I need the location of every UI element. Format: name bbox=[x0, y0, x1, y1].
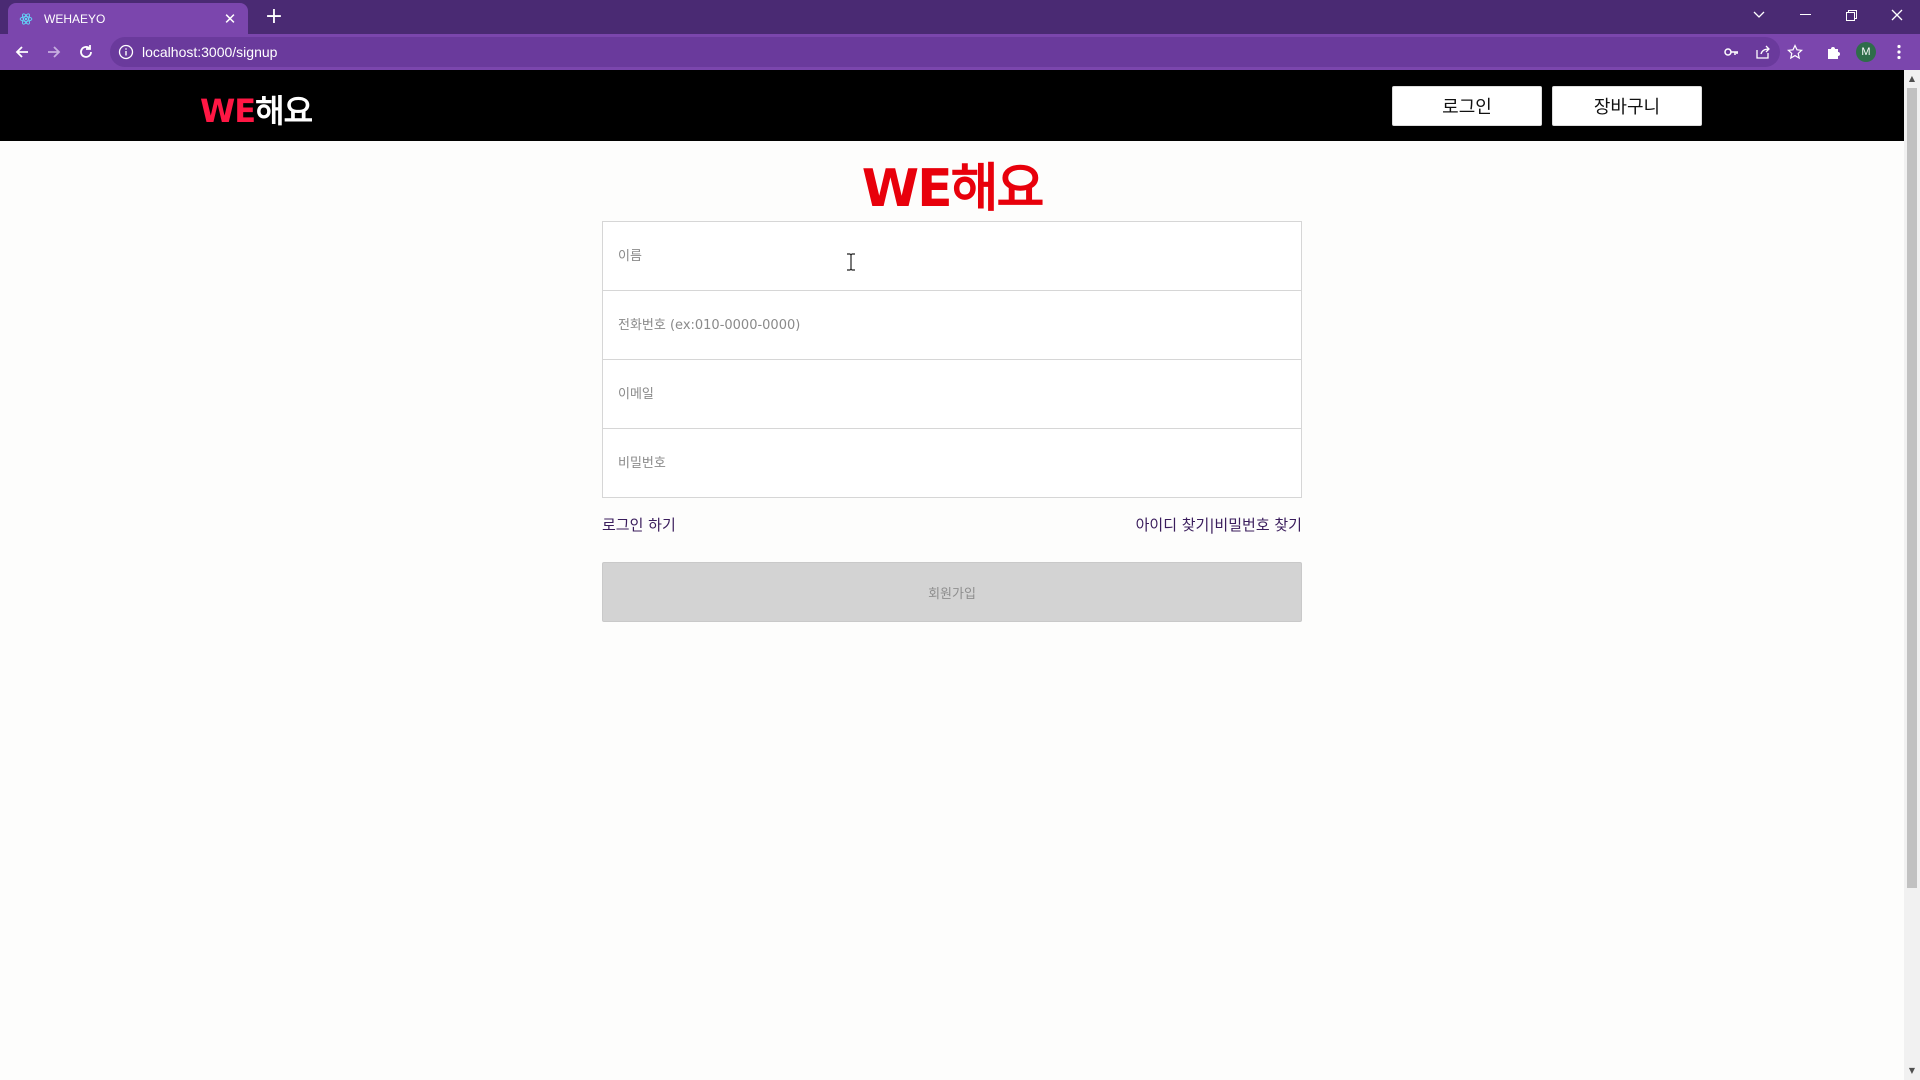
browser-tabstrip: WEHAEYO ✕ + bbox=[0, 0, 1920, 34]
password-input[interactable] bbox=[603, 429, 1301, 497]
cart-button[interactable]: 장바구니 bbox=[1552, 86, 1702, 126]
email-input[interactable] bbox=[603, 360, 1301, 428]
page-content: WE해요 로그인 장바구니 WE해요 로그인 하기 아이디 찾기|비밀번호 찾기… bbox=[0, 70, 1904, 1080]
name-field-wrapper bbox=[602, 221, 1302, 291]
go-to-login-link[interactable]: 로그인 하기 bbox=[602, 514, 676, 535]
tab-close-icon[interactable]: ✕ bbox=[222, 10, 238, 28]
share-icon[interactable] bbox=[1755, 44, 1771, 60]
reload-icon[interactable] bbox=[74, 40, 98, 64]
email-field-wrapper bbox=[602, 359, 1302, 429]
logo-rest-text: 해요 bbox=[255, 92, 313, 130]
profile-avatar[interactable]: M bbox=[1856, 42, 1876, 62]
info-icon[interactable] bbox=[118, 44, 134, 60]
scroll-thumb[interactable] bbox=[1907, 88, 1917, 888]
address-bar[interactable]: localhost:3000/signup bbox=[110, 37, 1803, 67]
form-links: 로그인 하기 아이디 찾기|비밀번호 찾기 bbox=[602, 514, 1302, 544]
signup-form: 로그인 하기 아이디 찾기|비밀번호 찾기 회원가입 bbox=[602, 221, 1302, 622]
react-atom-icon bbox=[18, 11, 34, 27]
phone-input[interactable] bbox=[603, 291, 1301, 359]
puzzle-icon[interactable] bbox=[1825, 43, 1843, 61]
tab-search-dropdown-icon[interactable] bbox=[1736, 0, 1782, 30]
page-scrollbar[interactable]: ▲ ▼ bbox=[1904, 70, 1920, 1080]
minimize-icon[interactable] bbox=[1782, 0, 1828, 30]
arrow-right-icon[interactable] bbox=[42, 40, 66, 64]
login-button[interactable]: 로그인 bbox=[1392, 86, 1542, 126]
find-id-password-link[interactable]: 아이디 찾기|비밀번호 찾기 bbox=[1136, 514, 1302, 535]
star-icon[interactable] bbox=[1787, 44, 1803, 60]
phone-field-wrapper bbox=[602, 290, 1302, 360]
site-header: WE해요 로그인 장바구니 bbox=[0, 70, 1904, 141]
page-title-logo: WE해요 bbox=[861, 159, 1045, 219]
arrow-left-icon[interactable] bbox=[10, 40, 34, 64]
new-tab-button[interactable]: + bbox=[262, 6, 286, 30]
header-logo[interactable]: WE해요 bbox=[200, 86, 313, 132]
restore-icon[interactable] bbox=[1828, 0, 1874, 30]
scroll-up-arrow-icon[interactable]: ▲ bbox=[1904, 72, 1920, 86]
scroll-down-arrow-icon[interactable]: ▼ bbox=[1904, 1064, 1920, 1078]
i-beam-cursor-icon bbox=[846, 253, 856, 271]
kebab-menu-icon[interactable] bbox=[1890, 43, 1908, 61]
close-window-icon[interactable] bbox=[1874, 0, 1920, 30]
url-text[interactable]: localhost:3000/signup bbox=[142, 44, 277, 60]
browser-toolbar: localhost:3000/signup M bbox=[0, 34, 1920, 70]
logo-we-text: WE bbox=[200, 92, 256, 130]
key-icon[interactable] bbox=[1723, 44, 1739, 60]
browser-tab[interactable]: WEHAEYO ✕ bbox=[8, 3, 248, 34]
tab-title: WEHAEYO bbox=[44, 11, 106, 26]
name-input[interactable] bbox=[603, 222, 1301, 290]
signup-submit-button[interactable]: 회원가입 bbox=[602, 562, 1302, 622]
password-field-wrapper bbox=[602, 428, 1302, 498]
